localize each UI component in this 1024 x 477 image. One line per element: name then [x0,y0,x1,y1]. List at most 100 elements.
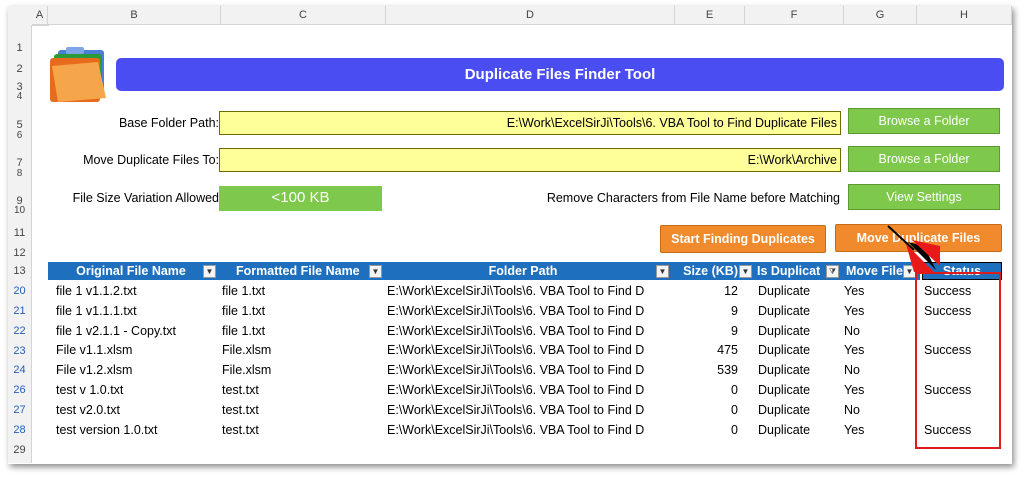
tool-title-banner: Duplicate Files Finder Tool [116,58,1004,91]
size-variation-field[interactable]: <100 KB [219,186,382,211]
row-header[interactable]: 23 [8,344,32,358]
row-header[interactable]: 29 [8,443,32,457]
header-original-file-name: Original File Name [76,264,186,278]
row-header[interactable]: 2 [8,62,32,76]
cell-formatted-file-name[interactable]: test.txt [222,423,384,437]
move-destination-field[interactable]: E:\Work\Archive [219,148,841,172]
cell-move-file[interactable]: Yes [844,423,904,437]
cell-folder-path[interactable]: E:\Work\ExcelSirJi\Tools\6. VBA Tool to … [387,284,673,298]
cell-size-kb[interactable]: 0 [676,383,738,397]
base-folder-field[interactable]: E:\Work\ExcelSirJi\Tools\6. VBA Tool to … [219,111,841,135]
cell-move-file[interactable]: No [844,324,904,338]
row-header[interactable]: 4 [8,92,32,102]
cell-is-duplicate[interactable]: Duplicate [758,383,843,397]
cell-original-file-name[interactable]: test version 1.0.txt [56,423,221,437]
column-header-a[interactable]: A [32,6,48,25]
cell-folder-path[interactable]: E:\Work\ExcelSirJi\Tools\6. VBA Tool to … [387,304,673,318]
header-is-duplicate: Is Duplicat [757,264,821,278]
cell-original-file-name[interactable]: file 1 v2.1.1 - Copy.txt [56,324,221,338]
row-header[interactable]: 20 [8,284,32,298]
row-header[interactable]: 27 [8,403,32,417]
column-header-g[interactable]: G [844,6,917,25]
cell-move-file[interactable]: Yes [844,383,904,397]
browse-move-folder-button[interactable]: Browse a Folder [848,146,1000,172]
column-header-c[interactable]: C [221,6,386,25]
row-header[interactable]: 8 [8,169,32,179]
row-header[interactable]: 1 [8,41,32,55]
filter-dropdown-icon[interactable]: ▼ [203,265,216,278]
cell-move-file[interactable]: No [844,363,904,377]
base-folder-label: Base Folder Path: [118,116,219,130]
cell-is-duplicate[interactable]: Duplicate [758,363,843,377]
filter-dropdown-icon[interactable]: ▼ [369,265,382,278]
filter-applied-icon[interactable]: ⧩ [826,265,839,278]
cell-move-file[interactable]: Yes [844,304,904,318]
cell-size-kb[interactable]: 9 [676,304,738,318]
row-header[interactable]: 10 [8,206,32,216]
filter-dropdown-icon[interactable]: ▼ [656,265,669,278]
cell-size-kb[interactable]: 0 [676,423,738,437]
row-header[interactable]: 11 [8,226,32,240]
row-header[interactable]: 13 [8,264,32,278]
column-header-b[interactable]: B [48,6,221,25]
cell-original-file-name[interactable]: file 1 v1.1.2.txt [56,284,221,298]
size-variation-label: File Size Variation Allowed [72,191,219,205]
cell-formatted-file-name[interactable]: File.xlsm [222,343,384,357]
cell-move-file[interactable]: Yes [844,343,904,357]
cell-move-file[interactable]: Yes [844,284,904,298]
cell-formatted-file-name[interactable]: file 1.txt [222,304,384,318]
row-header[interactable]: 24 [8,363,32,377]
cell-move-file[interactable]: No [844,403,904,417]
column-header-h[interactable]: H [917,6,1012,25]
cell-is-duplicate[interactable]: Duplicate [758,324,843,338]
row-header[interactable]: 6 [8,131,32,141]
cell-size-kb[interactable]: 539 [676,363,738,377]
cell-formatted-file-name[interactable]: file 1.txt [222,324,384,338]
cell-folder-path[interactable]: E:\Work\ExcelSirJi\Tools\6. VBA Tool to … [387,343,673,357]
cell-original-file-name[interactable]: file 1 v1.1.1.txt [56,304,221,318]
cell-folder-path[interactable]: E:\Work\ExcelSirJi\Tools\6. VBA Tool to … [387,403,673,417]
cell-original-file-name[interactable]: test v 1.0.txt [56,383,221,397]
cell-original-file-name[interactable]: test v2.0.txt [56,403,221,417]
cell-size-kb[interactable]: 0 [676,403,738,417]
cell-folder-path[interactable]: E:\Work\ExcelSirJi\Tools\6. VBA Tool to … [387,383,673,397]
cell-formatted-file-name[interactable]: test.txt [222,403,384,417]
cell-is-duplicate[interactable]: Duplicate [758,284,843,298]
row-header[interactable]: 21 [8,304,32,318]
remove-characters-label: Remove Characters from File Name before … [546,191,840,205]
header-size-kb: Size (KB) [683,264,738,278]
cell-size-kb[interactable]: 12 [676,284,738,298]
start-finding-duplicates-button[interactable]: Start Finding Duplicates [660,225,826,253]
view-settings-button[interactable]: View Settings [848,184,1000,210]
row-header[interactable]: 22 [8,324,32,338]
row-header[interactable]: 12 [8,246,32,260]
cell-size-kb[interactable]: 9 [676,324,738,338]
red-arrow-icon [887,225,940,272]
header-folder-path: Folder Path [488,264,558,278]
status-highlight-box [915,272,1001,449]
cell-is-duplicate[interactable]: Duplicate [758,304,843,318]
row-header[interactable]: 28 [8,423,32,437]
cell-formatted-file-name[interactable]: File.xlsm [222,363,384,377]
cell-original-file-name[interactable]: File v1.2.xlsm [56,363,221,377]
cell-is-duplicate[interactable]: Duplicate [758,343,843,357]
header-formatted-file-name: Formatted File Name [236,264,360,278]
cell-formatted-file-name[interactable]: test.txt [222,383,384,397]
spreadsheet: A B C D E F G H 1 2 3 4 5 6 7 8 9 10 11 … [8,6,1012,464]
cell-size-kb[interactable]: 475 [676,343,738,357]
row-header[interactable]: 26 [8,383,32,397]
cell-folder-path[interactable]: E:\Work\ExcelSirJi\Tools\6. VBA Tool to … [387,324,673,338]
folder-icon [50,47,106,102]
column-header-f[interactable]: F [745,6,844,25]
cell-folder-path[interactable]: E:\Work\ExcelSirJi\Tools\6. VBA Tool to … [387,423,673,437]
browse-base-folder-button[interactable]: Browse a Folder [848,108,1000,134]
cell-original-file-name[interactable]: File v1.1.xlsm [56,343,221,357]
cell-folder-path[interactable]: E:\Work\ExcelSirJi\Tools\6. VBA Tool to … [387,363,673,377]
column-header-d[interactable]: D [386,6,675,25]
cell-formatted-file-name[interactable]: file 1.txt [222,284,384,298]
cell-is-duplicate[interactable]: Duplicate [758,423,843,437]
filter-dropdown-icon[interactable]: ▼ [739,265,752,278]
column-header-e[interactable]: E [675,6,745,25]
move-duplicates-label: Move Duplicate Files To: [83,153,219,167]
cell-is-duplicate[interactable]: Duplicate [758,403,843,417]
